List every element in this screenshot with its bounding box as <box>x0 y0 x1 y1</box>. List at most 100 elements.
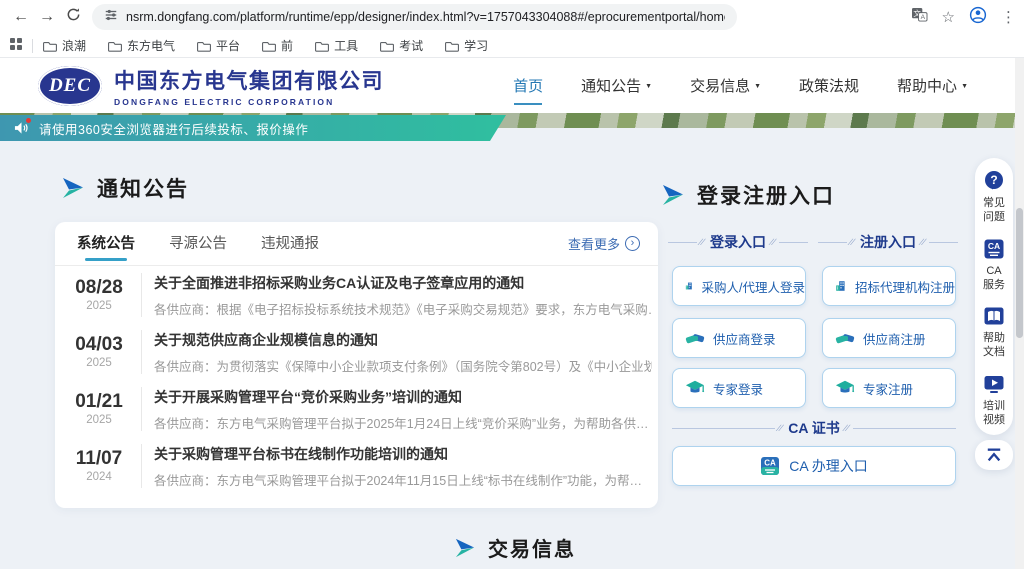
floating-side-rail: ? 常见问题 CA CA 服务 帮助文档 培训视频 <box>975 158 1013 435</box>
bookmarks-bar: 浪潮 东方电气 平台 前 工具 考试 <box>0 34 1024 58</box>
notice-desc: 各供应商：为贯彻落实《保障中小企业款项支付条例》（国务院令第802号）及《中小企… <box>154 356 652 374</box>
notice-date: 01/21 2025 <box>70 391 128 426</box>
refresh-icon[interactable] <box>60 7 86 27</box>
menu-dots-icon[interactable]: ⋮ <box>1001 8 1016 26</box>
toolbar-right: 文A ☆ ⋮ <box>911 0 1016 34</box>
url-bar[interactable]: nsrm.dongfang.com/platform/runtime/epp/d… <box>92 4 737 30</box>
ca-icon: CA <box>760 456 780 476</box>
scrollbar-track[interactable] <box>1015 58 1024 569</box>
notice-title: 关于规范供应商企业规模信息的通知 <box>154 330 652 350</box>
notice-row[interactable]: 11/07 2024 关于采购管理平台标书在线制作功能培训的通知 各供应商：东方… <box>55 437 658 494</box>
ca-apply-button[interactable]: CA CA 办理入口 <box>672 446 956 486</box>
login-entry-header: ∕∕ 登录入口 ∕∕ <box>668 232 808 252</box>
expert-register-button[interactable]: 专家注册 <box>822 368 956 408</box>
bookmark-folder[interactable]: 平台 <box>197 37 240 54</box>
speaker-icon <box>14 121 30 135</box>
notice-row[interactable]: 08/28 2025 关于全面推进非招标采购业务CA认证及电子签章应用的通知 各… <box>55 266 658 323</box>
translate-icon[interactable]: 文A <box>911 7 928 27</box>
supplier-login-button[interactable]: 供应商登录 <box>672 318 806 358</box>
nav-item-help-center[interactable]: 帮助中心▼ <box>897 75 968 96</box>
ca-icon: CA <box>983 238 1005 260</box>
buyer-agent-login-button[interactable]: 采购人/代理人登录 <box>672 266 806 306</box>
ca-cert-header: ∕∕ CA 证书 ∕∕ <box>672 418 956 438</box>
circle-arrow-icon: › <box>625 236 640 251</box>
notice-title: 关于全面推进非招标采购业务CA认证及电子签章应用的通知 <box>154 273 652 293</box>
bookmark-folder[interactable]: 前 <box>262 37 293 54</box>
notices-tabs: 系统公告 寻源公告 违规通报 查看更多 › <box>55 222 658 266</box>
notice-date: 11/07 2024 <box>70 448 128 483</box>
register-entry-header: ∕∕ 注册入口 ∕∕ <box>818 232 958 252</box>
nav-item-notices[interactable]: 通知公告▼ <box>581 75 652 96</box>
profile-icon[interactable] <box>969 6 987 29</box>
bookmark-folder[interactable]: 东方电气 <box>108 37 175 54</box>
notification-dot <box>26 118 31 123</box>
dec-logo-oval: DEC <box>38 66 102 106</box>
divider <box>32 39 33 53</box>
main-nav: 首页 通知公告▼ 交易信息▼ 政策法规 帮助中心▼ <box>513 58 968 113</box>
view-more-link[interactable]: 查看更多 › <box>568 234 640 253</box>
bookmark-folder[interactable]: 工具 <box>315 37 358 54</box>
scholar-icon <box>685 378 705 398</box>
chevron-down-icon: ▼ <box>645 83 652 90</box>
faq-rail-button[interactable]: ? 常见问题 <box>981 170 1007 225</box>
handshake-icon <box>685 328 705 348</box>
bookmark-star-icon[interactable]: ☆ <box>942 8 955 26</box>
tune-icon[interactable] <box>104 8 118 27</box>
svg-text:CA: CA <box>988 241 1000 251</box>
training-videos-rail-button[interactable]: 培训视频 <box>981 373 1007 428</box>
back-to-top-icon <box>985 447 1003 463</box>
tab-system-notices[interactable]: 系统公告 <box>77 220 135 267</box>
company-name-block: 中国东方电气集团有限公司 DONGFANG ELECTRIC CORPORATI… <box>114 65 384 107</box>
banner-text: 请使用360安全浏览器进行后续投标、报价操作 <box>39 119 308 138</box>
svg-text:CA: CA <box>764 459 776 468</box>
notices-section-heading: 通知公告 <box>62 173 189 203</box>
nav-item-policies[interactable]: 政策法规 <box>799 75 859 96</box>
company-logo[interactable]: DEC 中国东方电气集团有限公司 DONGFANG ELECTRIC CORPO… <box>38 65 384 107</box>
arrow-icon <box>62 177 84 199</box>
building-icon <box>835 276 847 296</box>
arrow-icon <box>455 538 475 558</box>
bookmark-folder[interactable]: 学习 <box>445 37 488 54</box>
nav-item-trade-info[interactable]: 交易信息▼ <box>690 75 761 96</box>
back-icon[interactable]: ← <box>8 8 34 26</box>
tab-violation-reports[interactable]: 违规通报 <box>261 220 319 267</box>
help-docs-rail-button[interactable]: 帮助文档 <box>981 305 1007 360</box>
notice-title: 关于采购管理平台标书在线制作功能培训的通知 <box>154 444 642 464</box>
bidding-agency-register-button[interactable]: 招标代理机构注册 <box>822 266 956 306</box>
section-title: 登录注册入口 <box>697 180 835 210</box>
document-icon <box>983 305 1005 327</box>
company-name-cn: 中国东方电气集团有限公司 <box>114 65 384 95</box>
scholar-icon <box>835 378 855 398</box>
section-title: 通知公告 <box>97 173 189 203</box>
notice-row[interactable]: 01/21 2025 关于开展采购管理平台“竞价采购业务”培训的通知 各供应商：… <box>55 380 658 437</box>
handshake-icon <box>835 328 855 348</box>
forward-icon[interactable]: → <box>34 8 60 26</box>
apps-grid-icon[interactable] <box>10 37 22 55</box>
chevron-down-icon: ▼ <box>961 83 968 90</box>
nav-item-home[interactable]: 首页 <box>513 75 543 96</box>
notice-desc: 各供应商：根据《电子招标投标系统技术规范》《电子采购交易规范》要求，东方电气采购… <box>154 299 652 317</box>
svg-text:A: A <box>920 14 925 21</box>
bookmark-folder[interactable]: 浪潮 <box>43 37 86 54</box>
tab-sourcing-notices[interactable]: 寻源公告 <box>169 220 227 267</box>
back-to-top-button[interactable] <box>975 440 1013 470</box>
bookmark-folder[interactable]: 考试 <box>380 37 423 54</box>
svg-text:?: ? <box>990 173 997 187</box>
notice-date: 08/28 2025 <box>70 277 128 312</box>
notice-date: 04/03 2025 <box>70 334 128 369</box>
supplier-register-button[interactable]: 供应商注册 <box>822 318 956 358</box>
browser-chrome: ← → nsrm.dongfang.com/platform/runtime/e… <box>0 0 1024 58</box>
notice-title: 关于开展采购管理平台“竞价采购业务”培训的通知 <box>154 387 649 407</box>
expert-login-button[interactable]: 专家登录 <box>672 368 806 408</box>
ca-service-rail-button[interactable]: CA CA 服务 <box>981 238 1007 293</box>
site-header: DEC 中国东方电气集团有限公司 DONGFANG ELECTRIC CORPO… <box>0 58 1024 113</box>
company-name-en: DONGFANG ELECTRIC CORPORATION <box>114 97 384 107</box>
arrow-icon <box>662 184 684 206</box>
url-text[interactable]: nsrm.dongfang.com/platform/runtime/epp/d… <box>126 10 725 24</box>
notice-row[interactable]: 04/03 2025 关于规范供应商企业规模信息的通知 各供应商：为贯彻落实《保… <box>55 323 658 380</box>
scrollbar-thumb[interactable] <box>1016 208 1023 338</box>
building-icon <box>685 276 694 296</box>
login-section-heading: 登录注册入口 <box>662 180 835 210</box>
screen: ← → nsrm.dongfang.com/platform/runtime/e… <box>0 0 1024 569</box>
notices-card: 系统公告 寻源公告 违规通报 查看更多 › 08/28 2025 关于全面推进非… <box>55 222 658 508</box>
